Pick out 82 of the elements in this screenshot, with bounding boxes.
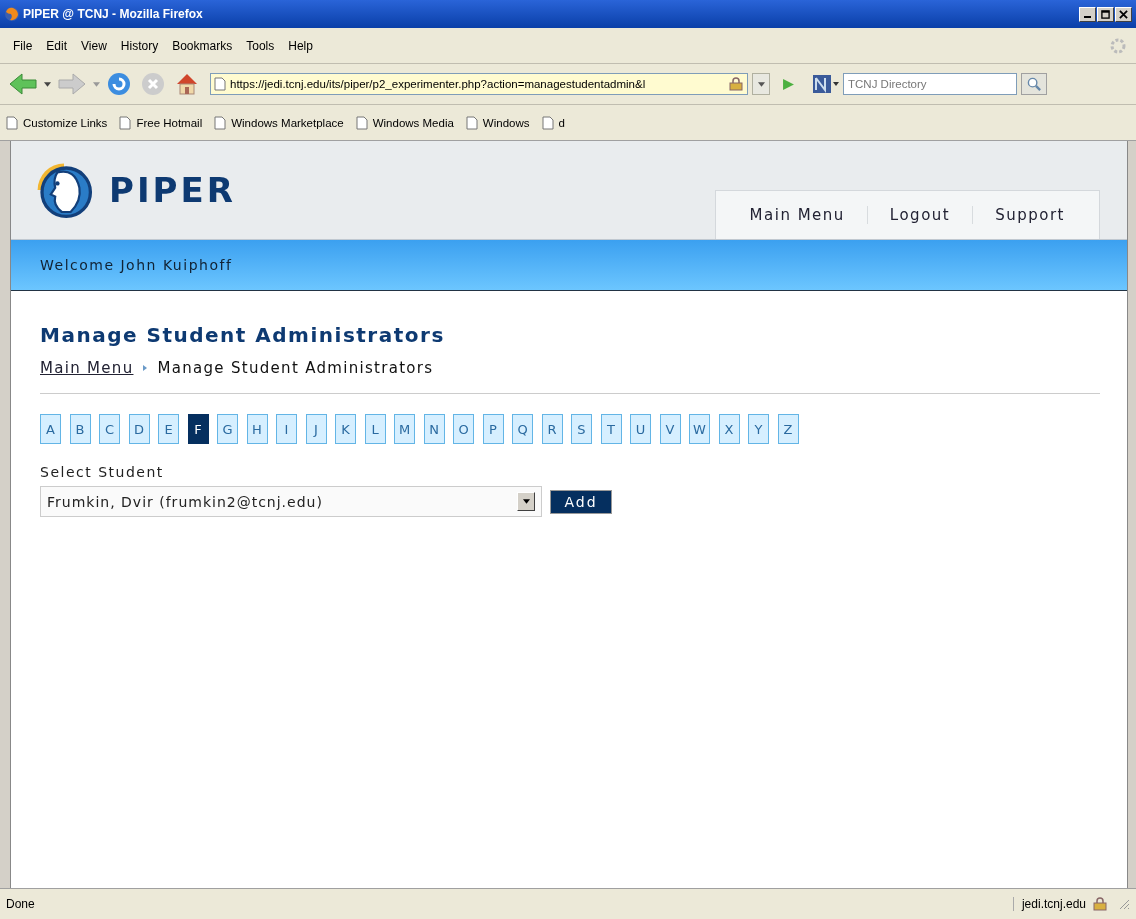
page-icon [214, 77, 226, 91]
welcome-text: Welcome John Kuiphoff [40, 257, 233, 273]
letter-filter-tab[interactable]: T [600, 414, 622, 444]
page-icon [6, 115, 18, 130]
letter-filter-tab[interactable]: Q [512, 414, 533, 444]
letter-filter-tab[interactable]: R [541, 414, 563, 444]
bookmark-link[interactable]: d [541, 115, 565, 130]
window-title: PIPER @ TCNJ - Mozilla Firefox [23, 7, 203, 21]
letter-filter-tab[interactable]: W [689, 414, 710, 444]
menu-item[interactable]: Bookmarks [165, 38, 240, 53]
lock-icon [1092, 897, 1108, 911]
close-icon [1119, 9, 1128, 19]
menu-item[interactable]: View [74, 38, 114, 53]
letter-filter-tab[interactable]: F [187, 414, 209, 444]
status-text: Done [6, 897, 36, 911]
letter-filter-tab[interactable]: O [453, 414, 474, 444]
search-engine-icon[interactable] [813, 74, 839, 94]
browser-logo-icon [4, 6, 20, 22]
maximize-icon [1101, 9, 1110, 19]
student-select[interactable]: Frumkin, Dvir (frumkin2@tcnj.edu) [40, 486, 542, 517]
lock-icon [728, 77, 744, 91]
breadcrumb-current: Manage Student Administrators [157, 359, 434, 377]
caret-icon [757, 81, 765, 87]
search-field[interactable]: TCNJ Directory [843, 73, 1017, 95]
menu-item[interactable]: History [113, 38, 166, 53]
nav-link[interactable]: Support [972, 206, 1087, 224]
letter-filter-tab[interactable]: G [217, 414, 238, 444]
letter-filter-tab[interactable]: N [423, 414, 445, 444]
letter-filter-tab[interactable]: H [246, 414, 268, 444]
letter-filter-tab[interactable]: A [40, 414, 61, 444]
letter-filter-tab[interactable]: D [128, 414, 150, 444]
bookmark-link[interactable]: Windows Media [355, 115, 454, 130]
letter-filter-tab[interactable]: L [364, 414, 386, 444]
letter-filter-tab[interactable]: E [158, 414, 179, 444]
page-icon [214, 115, 227, 130]
minimize-button[interactable] [1079, 6, 1096, 22]
play-icon [782, 77, 795, 91]
bookmark-link[interactable]: Free Hotmail [119, 115, 203, 130]
add-button[interactable]: Add [550, 489, 612, 514]
bookmark-link[interactable]: Windows [465, 115, 530, 130]
letter-filter-tab[interactable]: Y [748, 414, 769, 444]
letter-filter-tab[interactable]: V [659, 414, 681, 444]
menu-item[interactable]: Help [281, 38, 320, 53]
search-icon [1026, 76, 1042, 92]
letter-filter-tab[interactable]: C [99, 414, 120, 444]
letter-filter-tab[interactable]: B [69, 414, 91, 444]
letter-filter-tab[interactable]: S [571, 414, 592, 444]
letter-filter-tab[interactable]: I [276, 414, 297, 444]
page-icon [465, 115, 478, 130]
letter-filter-tab[interactable]: U [630, 414, 651, 444]
letter-filter-tab[interactable]: P [482, 414, 504, 444]
letter-filter-tab[interactable]: K [335, 414, 356, 444]
maximize-button[interactable] [1097, 6, 1114, 22]
page-heading: Manage Student Administrators [40, 323, 446, 347]
close-button[interactable] [1115, 6, 1132, 22]
letter-filter-tab[interactable]: X [718, 414, 740, 444]
throbber-icon [1110, 37, 1126, 54]
nav-link[interactable]: Main Menu [727, 206, 867, 224]
letter-filter-tab[interactable]: M [394, 414, 415, 444]
address-field[interactable]: https://jedi.tcnj.edu/its/piper/p2_experimenter.php?action=managestudentadmin&l [210, 73, 748, 95]
letter-filter-tab[interactable]: J [305, 414, 327, 444]
menu-item[interactable]: File [6, 38, 40, 53]
status-host: jedi.tcnj.edu [1012, 897, 1086, 911]
bookmark-link[interactable]: Customize Links [6, 115, 108, 130]
field-label: Select Student [40, 464, 165, 480]
history-dropdown-button[interactable] [752, 73, 770, 95]
dropdown-icon[interactable] [44, 81, 51, 87]
resize-grip-icon[interactable] [1118, 898, 1130, 910]
page-icon [541, 115, 554, 130]
breadcrumb-link[interactable]: Main Menu [40, 359, 134, 377]
caret-icon [522, 499, 530, 504]
menu-item[interactable]: Edit [39, 38, 75, 53]
site-logo: PIPER [109, 170, 236, 210]
letter-filter-tab[interactable]: Z [777, 414, 799, 444]
page-icon [355, 115, 368, 130]
minimize-icon [1084, 16, 1091, 18]
bookmark-link[interactable]: Windows Marketplace [214, 115, 344, 130]
search-button[interactable] [1021, 73, 1047, 95]
breadcrumb-arrow-icon [143, 365, 148, 371]
menu-item[interactable]: Tools [239, 38, 282, 53]
nav-link[interactable]: Logout [866, 206, 973, 224]
page-icon [119, 115, 132, 130]
